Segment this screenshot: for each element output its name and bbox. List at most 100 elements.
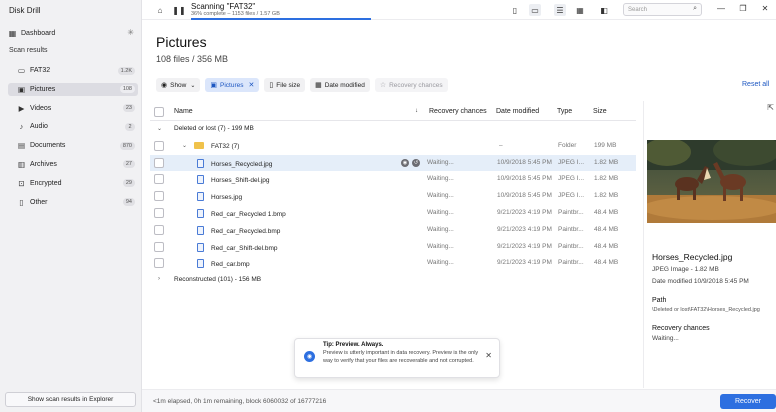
row-checkbox[interactable] xyxy=(154,174,164,185)
scan-progress-bar xyxy=(191,18,371,20)
minimize-icon[interactable]: — xyxy=(715,4,727,13)
sidebar-item-videos[interactable]: ▶ Videos 23 xyxy=(8,102,138,115)
group-row-deleted[interactable]: ⌄ Deleted or lost (7) - 199 MB xyxy=(150,121,636,138)
count-badge: 870 xyxy=(119,141,135,150)
image-file-icon xyxy=(197,242,204,252)
reset-all-link[interactable]: Reset all xyxy=(742,81,769,88)
eye-icon: ◉ xyxy=(304,351,315,362)
file-size-filter[interactable]: ▯ File size xyxy=(264,78,306,92)
column-name[interactable]: Name xyxy=(174,108,193,115)
eye-icon: ◉ xyxy=(161,82,168,89)
column-date[interactable]: Date modified xyxy=(496,108,539,115)
remove-filter-icon[interactable]: ✕ xyxy=(249,81,255,89)
column-recovery[interactable]: Recovery chances xyxy=(429,108,487,115)
file-table: Name ↓ Recovery chances Date modified Ty… xyxy=(150,103,636,289)
sidebar-item-dashboard[interactable]: ▦ Dashboard ✳ xyxy=(8,27,136,40)
scan-results-list: ▭ FAT32 1.2K ▣ Pictures 108 ▶ Videos 23 … xyxy=(8,64,138,214)
row-checkbox[interactable] xyxy=(154,157,164,168)
tip-title: Tip: Preview. Always. xyxy=(323,342,384,348)
folder-row[interactable]: ⌄ FAT32 (7) – Folder 199 MB xyxy=(150,138,636,155)
pause-icon[interactable]: ❚❚ xyxy=(172,4,185,16)
image-file-icon xyxy=(197,192,204,202)
recovery-chances-filter[interactable]: ☆ Recovery chances xyxy=(374,78,448,92)
date-modified-filter[interactable]: ▦ Date modified xyxy=(310,78,370,92)
row-checkbox[interactable] xyxy=(154,140,164,151)
sidebar-item-audio[interactable]: ♪ Audio 2 xyxy=(8,120,138,133)
row-checkbox[interactable] xyxy=(154,241,164,252)
sidebar-item-encrypted[interactable]: ⊡ Encrypted 29 xyxy=(8,177,138,190)
sidebar-item-fat32[interactable]: ▭ FAT32 1.2K xyxy=(8,64,138,77)
count-badge: 108 xyxy=(119,85,135,94)
table-row[interactable]: Horses_Shift-del.jpg Waiting... 10/9/201… xyxy=(150,171,636,188)
folder-icon xyxy=(194,141,204,149)
file-icon[interactable]: ▯ xyxy=(509,4,521,16)
image-file-icon xyxy=(197,158,204,168)
sidebar-item-archives[interactable]: ▥ Archives 27 xyxy=(8,158,138,171)
picture-icon: ▣ xyxy=(210,82,218,89)
row-checkbox[interactable] xyxy=(154,207,164,218)
preview-recovery-value: Waiting... xyxy=(652,335,679,342)
home-icon[interactable]: ⌂ xyxy=(154,4,166,16)
table-row[interactable]: Red_car_Recycled 1.bmp Waiting... 9/21/2… xyxy=(150,205,636,222)
show-in-explorer-button[interactable]: Show scan results in Explorer xyxy=(5,392,136,407)
picture-icon: ▣ xyxy=(17,84,26,94)
top-toolbar: ⌂ ❚❚ Scanning "FAT32" 36% complete – 115… xyxy=(142,0,776,20)
maximize-icon[interactable]: ❐ xyxy=(737,4,749,13)
select-all-checkbox[interactable] xyxy=(154,107,164,117)
sidebar-item-documents[interactable]: ▤ Documents 870 xyxy=(8,139,138,152)
loading-spinner-icon: ✳ xyxy=(127,28,134,37)
tip-notification: ◉ Tip: Preview. Always. Preview is utter… xyxy=(294,338,500,378)
row-checkbox[interactable] xyxy=(154,191,164,202)
preview-eye-icon[interactable]: ◉ xyxy=(401,158,409,167)
sidebar-item-other[interactable]: ▯ Other 94 xyxy=(8,196,138,209)
other-file-icon: ▯ xyxy=(19,197,24,207)
sidebar-item-pictures[interactable]: ▣ Pictures 108 xyxy=(8,82,138,96)
preview-path-value: \Deleted or lost\FAT32\Horses_Recycled.j… xyxy=(652,307,760,313)
table-row[interactable]: Horses.jpg Waiting... 10/9/2018 5:45 PM … xyxy=(150,188,636,205)
recover-button[interactable]: Recover xyxy=(720,394,776,409)
music-icon: ♪ xyxy=(19,122,24,132)
count-badge: 2 xyxy=(125,122,135,131)
group-row-reconstructed[interactable]: › Reconstructed (101) - 156 MB xyxy=(150,272,636,289)
pictures-filter-chip[interactable]: ▣ Pictures ✕ xyxy=(205,78,260,92)
sidebar: Disk Drill ▦ Dashboard ✳ Scan results ▭ … xyxy=(0,0,142,412)
folder-view-icon[interactable]: ▭ xyxy=(529,4,541,16)
chevron-down-icon: ⌄ xyxy=(190,82,196,89)
show-dropdown[interactable]: ◉ Show ⌄ xyxy=(156,78,201,92)
column-size[interactable]: Size xyxy=(593,108,607,115)
close-icon[interactable]: ✕ xyxy=(759,4,771,13)
recover-item-icon[interactable]: ↺ xyxy=(412,158,420,167)
preview-path-label: Path xyxy=(652,297,667,304)
tip-body: Preview is utterly important in data rec… xyxy=(323,350,479,364)
app-title: Disk Drill xyxy=(9,6,41,15)
image-file-icon xyxy=(197,175,204,185)
table-row[interactable]: Red_car_Shift-del.bmp Waiting... 9/21/20… xyxy=(150,239,636,256)
preview-pane-icon[interactable]: ◧ xyxy=(598,4,610,16)
dashboard-label: Dashboard xyxy=(21,30,56,37)
preview-recovery-label: Recovery chances xyxy=(652,325,710,332)
close-icon[interactable]: ✕ xyxy=(485,351,492,360)
lock-icon: ⊡ xyxy=(18,178,25,188)
count-badge: 1.2K xyxy=(117,66,135,75)
file-size-icon: ▯ xyxy=(269,82,274,89)
grid-view-icon[interactable]: ▦ xyxy=(574,4,586,16)
scan-title: Scanning "FAT32" xyxy=(191,2,256,11)
sort-arrow-icon: ↓ xyxy=(415,108,418,114)
column-type[interactable]: Type xyxy=(557,108,572,115)
chevron-down-icon[interactable]: ⌄ xyxy=(157,125,162,132)
open-external-icon[interactable]: ⇱ xyxy=(767,103,774,112)
image-file-icon xyxy=(197,208,204,218)
preview-image xyxy=(647,140,776,223)
row-checkbox[interactable] xyxy=(154,224,164,235)
status-text: <1m elapsed, 0h 1m remaining, block 6060… xyxy=(153,398,327,405)
table-row[interactable]: Red_car.bmp Waiting... 9/21/2023 4:19 PM… xyxy=(150,255,636,272)
list-view-icon[interactable]: ☰ xyxy=(554,4,566,16)
count-badge: 29 xyxy=(122,179,135,188)
table-row[interactable]: Red_car_Recycled.bmp Waiting... 9/21/202… xyxy=(150,222,636,239)
search-input[interactable]: Search ⌕ xyxy=(623,3,702,16)
table-row[interactable]: Horses_Recycled.jpg ◉ ↺ Waiting... 10/9/… xyxy=(150,154,636,172)
chevron-right-icon[interactable]: › xyxy=(158,276,160,282)
image-file-icon xyxy=(197,259,204,269)
chevron-down-icon[interactable]: ⌄ xyxy=(182,142,187,149)
row-checkbox[interactable] xyxy=(154,258,164,269)
